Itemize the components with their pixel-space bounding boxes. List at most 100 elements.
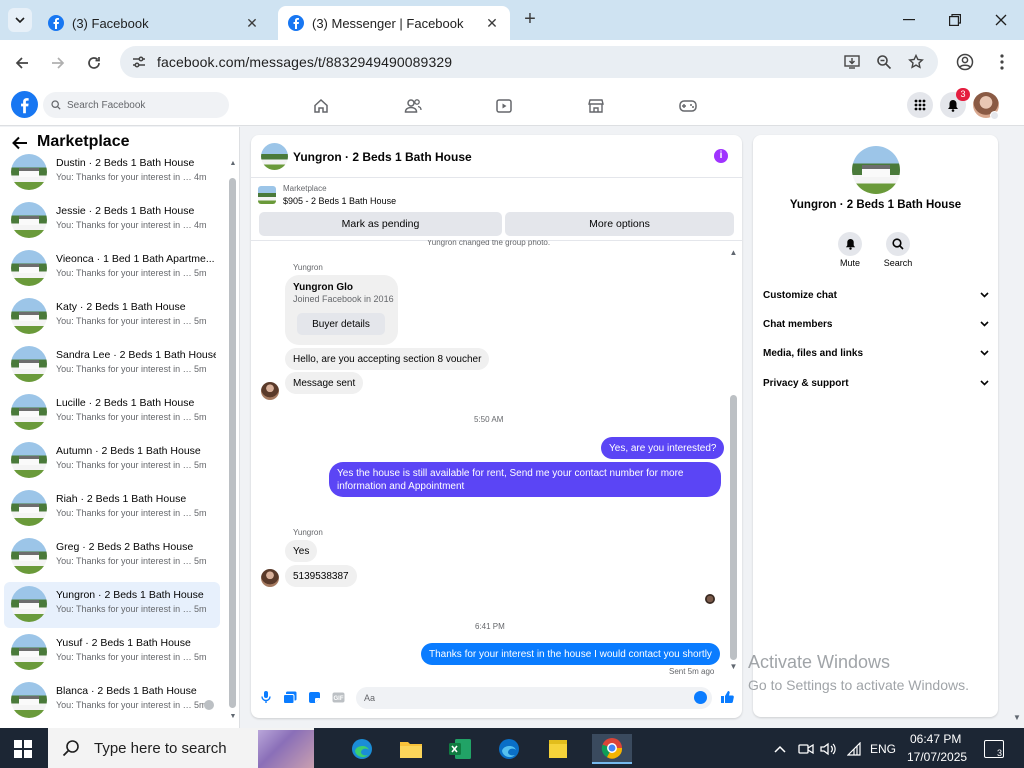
clock-time[interactable]: 06:47 PM [910,732,961,746]
tab-search-button[interactable] [8,8,32,32]
thread-item[interactable]: Jessie · 2 Beds 1 Bath House You: Thanks … [4,198,220,244]
privacy-support-row[interactable]: Privacy & support [763,375,989,391]
input-language[interactable]: ENG [868,740,898,758]
chat-title[interactable]: Yungron · 2 Beds 1 Bath House [293,150,472,164]
scroll-down-arrow[interactable]: ▼ [229,713,237,721]
gaming-icon[interactable] [678,96,698,116]
volume-icon[interactable] [819,740,837,758]
forward-button[interactable] [45,50,71,76]
menu-grid-button[interactable] [907,92,933,118]
info-icon[interactable]: i [714,149,728,163]
excel-icon[interactable] [445,734,475,764]
chat-scroll-up-arrow[interactable]: ▲ [729,249,738,257]
restore-button[interactable] [939,8,971,32]
thread-item[interactable]: Riah · 2 Beds 1 Bath House You: Thanks fo… [4,486,220,532]
thread-item[interactable]: Vieonca · 1 Bed 1 Bath Apartme... You: Th… [4,246,220,292]
home-icon[interactable] [311,96,331,116]
thread-time: 5m [194,460,207,470]
notification-center-icon[interactable]: 3 [984,740,1004,758]
sender-avatar[interactable] [261,569,279,587]
sticky-notes-icon[interactable] [543,734,573,764]
listing-thumbnail[interactable] [261,143,288,170]
marketplace-icon[interactable] [586,96,606,116]
mark-as-pending-button[interactable]: Mark as pending [259,212,502,236]
windows-start-icon[interactable] [14,740,32,758]
conversation-photo[interactable] [852,146,900,194]
message-input[interactable]: Aa [356,687,712,709]
zoom-icon[interactable] [875,53,893,71]
profile-icon[interactable] [956,53,974,71]
minimize-button[interactable] [893,8,925,32]
video-icon[interactable] [494,96,514,116]
outgoing-message: Thanks for your interest in the house I … [421,643,720,665]
site-info-icon[interactable] [131,54,147,70]
listing-thumbnail [11,634,47,670]
url-text[interactable]: facebook.com/messages/t/8832949490089329 [157,54,452,70]
scroll-up-arrow[interactable]: ▲ [229,160,237,168]
grid-icon [914,99,926,111]
close-tab-icon[interactable]: ✕ [484,15,500,31]
meet-now-icon[interactable] [797,740,815,758]
more-options-button[interactable]: More options [505,212,734,236]
customize-chat-row[interactable]: Customize chat [763,287,989,303]
emoji-icon[interactable] [694,691,707,704]
chat-scroll-down-arrow[interactable]: ▼ [729,663,738,671]
photo-icon[interactable] [283,690,297,704]
listing-thumbnail [11,442,47,478]
thread-time: 5m [194,508,207,518]
facebook-search-input[interactable]: Search Facebook [43,92,229,118]
listing-mini-thumbnail [258,186,276,204]
file-explorer-icon[interactable] [396,734,426,764]
tab-facebook[interactable]: (3) Facebook ✕ [38,6,270,40]
new-tab-button[interactable]: + [518,9,542,30]
install-app-icon[interactable] [843,53,861,71]
chevron-down-icon [980,321,989,327]
thread-item[interactable]: Greg · 2 Beds 2 Baths House You: Thanks f… [4,534,220,580]
thread-item[interactable]: Blanca · 2 Beds 1 Bath House You: Thanks … [4,678,220,724]
facebook-logo-icon[interactable] [11,91,38,118]
thread-item[interactable]: Yungron · 2 Beds 1 Bath House You: Thanks… [4,582,220,628]
edge-beta-icon[interactable] [494,734,524,764]
back-button[interactable] [9,50,35,76]
reload-button[interactable] [81,50,107,76]
browser-menu-icon[interactable] [993,53,1011,71]
sticker-icon[interactable] [307,690,321,704]
gif-icon[interactable]: GIF [331,690,345,704]
notification-badge: 3 [956,88,970,101]
listing-price[interactable]: $905 - 2 Beds 1 Bath House [283,196,396,206]
thread-item[interactable]: Yusuf · 2 Beds 1 Bath House You: Thanks f… [4,630,220,676]
search-label: Search [883,258,913,268]
chat-members-row[interactable]: Chat members [763,316,989,332]
show-hidden-icons-chevron[interactable] [772,740,788,758]
chrome-icon[interactable] [592,734,632,764]
sidebar-scrollbar[interactable] [229,178,236,708]
back-arrow-icon[interactable] [12,136,28,150]
address-bar[interactable]: facebook.com/messages/t/8832949490089329 [120,46,938,78]
buyer-details-button[interactable]: Buyer details [297,313,385,335]
like-thumb-icon[interactable] [720,690,734,704]
clock-date[interactable]: 17/07/2025 [907,750,967,764]
bookmark-star-icon[interactable] [907,53,925,71]
chat-scrollbar[interactable] [730,395,737,660]
close-window-button[interactable] [985,8,1017,32]
tab-messenger[interactable]: (3) Messenger | Facebook ✕ [278,6,510,40]
account-chevron-icon[interactable] [990,111,999,120]
media-files-links-row[interactable]: Media, files and links [763,345,989,361]
close-tab-icon[interactable]: ✕ [244,15,260,31]
thread-item[interactable]: Katy · 2 Beds 1 Bath House You: Thanks fo… [4,294,220,340]
sender-avatar[interactable] [261,382,279,400]
thread-item[interactable]: Sandra Lee · 2 Beds 1 Bath House You: Tha… [4,342,220,388]
thread-item[interactable]: Autumn · 2 Beds 1 Bath House You: Thanks … [4,438,220,484]
search-icon [892,238,904,250]
thread-item[interactable]: Dustin · 2 Beds 1 Bath House You: Thanks … [4,150,220,196]
mute-button[interactable] [838,232,862,256]
network-icon[interactable] [845,740,863,758]
page-scroll-down-arrow[interactable]: ▼ [1013,713,1021,722]
thread-item[interactable]: Lucille · 2 Beds 1 Bath House You: Thanks… [4,390,220,436]
friends-icon[interactable] [403,96,423,116]
edge-icon[interactable] [347,734,377,764]
listing-thumbnail [11,682,47,718]
search-conversation-button[interactable] [886,232,910,256]
microphone-icon[interactable] [259,690,273,704]
marketplace-label: Marketplace [283,184,327,193]
